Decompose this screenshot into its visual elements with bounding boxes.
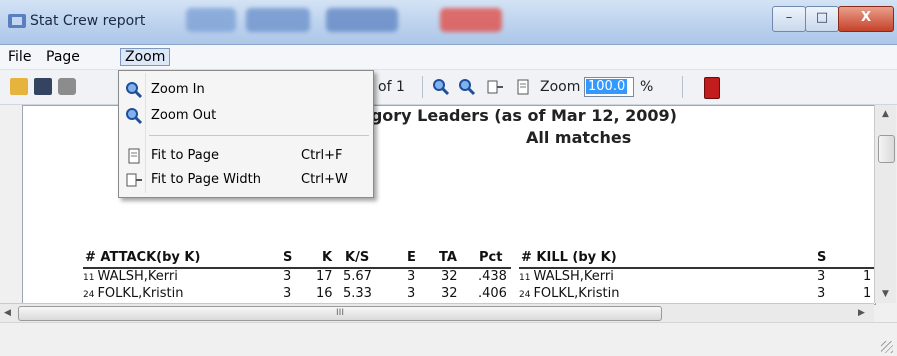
stat-cell: 17	[316, 269, 333, 284]
stat-cell: 32	[441, 286, 458, 301]
player-name: WALSH,Kerri	[97, 269, 178, 284]
percent-sign: %	[640, 79, 654, 95]
close-button[interactable]: X	[838, 6, 894, 32]
exit-icon[interactable]	[704, 77, 720, 99]
table-row: 24 FOLKL,Kristin	[83, 286, 184, 301]
stat-cell: .438	[478, 269, 507, 284]
menu-item-label: Fit to Page Width	[151, 172, 261, 187]
window-title: Stat Crew report	[30, 13, 146, 29]
scroll-left-icon[interactable]: ◀	[4, 304, 11, 322]
status-bar	[0, 322, 897, 356]
zoom-in-icon[interactable]	[432, 78, 450, 96]
zoom-out-icon[interactable]	[458, 78, 476, 96]
zoom-in-icon	[125, 81, 143, 99]
jersey-number: 11	[83, 273, 95, 283]
menu-item-label: Fit to Page	[151, 148, 220, 163]
horizontal-scrollbar[interactable]: ◀ III ▶	[0, 303, 874, 322]
scroll-down-icon[interactable]: ▼	[875, 285, 896, 303]
page-count: of 1	[378, 79, 405, 95]
stat-cell: 32	[441, 269, 458, 284]
taskbar-blur	[440, 8, 502, 32]
stat-cell: 3	[283, 286, 292, 301]
taskbar-blur	[186, 8, 236, 32]
toolbar-separator	[422, 76, 423, 98]
stat-cell: 3	[407, 269, 416, 284]
stat-cell: .406	[478, 286, 507, 301]
title-bar[interactable]: Stat Crew report – □ X	[0, 0, 897, 45]
fit-page-width-icon[interactable]	[486, 78, 504, 96]
resize-grip-icon[interactable]	[881, 341, 893, 353]
attack-header-s: S	[283, 250, 293, 265]
attack-header-k: K	[322, 250, 333, 265]
menu-page[interactable]: Page	[42, 48, 84, 66]
stat-cell: 1	[863, 269, 872, 284]
menu-item-fit-to-page[interactable]: Fit to Page Ctrl+F	[119, 145, 373, 167]
jersey-number: 24	[519, 290, 531, 300]
taskbar-blur	[326, 8, 398, 32]
print-icon[interactable]	[58, 78, 76, 95]
attack-header-pct: Pct	[479, 250, 503, 265]
menu-item-fit-to-page-width[interactable]: Fit to Page Width Ctrl+W	[119, 169, 373, 191]
menu-item-shortcut: Ctrl+W	[301, 172, 348, 187]
stat-cell: 1	[863, 286, 872, 301]
scroll-up-icon[interactable]: ▲	[875, 105, 896, 123]
menu-item-zoom-out[interactable]: Zoom Out	[119, 105, 373, 127]
vertical-scroll-thumb[interactable]	[878, 135, 895, 163]
table-row: 11 WALSH,Kerri	[519, 269, 614, 284]
attack-header-ta: TA	[439, 250, 457, 265]
menu-item-label: Zoom In	[151, 82, 205, 97]
attack-header-e: E	[407, 250, 416, 265]
minimize-button[interactable]: –	[772, 6, 806, 32]
jersey-number: 24	[83, 290, 95, 300]
player-name: FOLKL,Kristin	[533, 286, 620, 301]
jersey-number: 11	[519, 273, 531, 283]
attack-header-ks: K/S	[345, 250, 370, 265]
stat-cell: 3	[817, 269, 826, 284]
menu-file[interactable]: File	[4, 48, 35, 66]
stat-cell: 3	[407, 286, 416, 301]
taskbar-blur	[246, 8, 310, 32]
fit-page-icon	[125, 147, 143, 165]
menu-item-label: Zoom Out	[151, 108, 217, 123]
menu-item-zoom-in[interactable]: Zoom In	[119, 79, 373, 101]
menu-zoom[interactable]: Zoom	[120, 48, 171, 66]
menu-separator	[149, 135, 369, 136]
scroll-right-icon[interactable]: ▶	[858, 304, 865, 322]
zoom-label: Zoom	[540, 79, 581, 95]
zoom-value[interactable]: 100.0	[586, 79, 628, 94]
player-name: WALSH,Kerri	[533, 269, 614, 284]
fit-page-width-icon	[125, 171, 143, 189]
horizontal-scroll-thumb[interactable]: III	[18, 306, 662, 321]
open-folder-icon[interactable]	[10, 78, 28, 95]
zoom-out-icon	[125, 107, 143, 125]
report-subtitle: All matches	[526, 128, 632, 147]
stat-cell: 16	[316, 286, 333, 301]
attack-header-name: # ATTACK(by K)	[85, 250, 201, 265]
table-row: 11 WALSH,Kerri	[83, 269, 178, 284]
save-icon[interactable]	[34, 78, 52, 95]
toolbar-separator	[682, 76, 683, 98]
vertical-scrollbar[interactable]: ▲ ▼	[874, 105, 896, 303]
menu-item-shortcut: Ctrl+F	[301, 148, 343, 163]
maximize-button[interactable]: □	[805, 6, 839, 32]
app-icon	[8, 14, 26, 28]
stat-cell: 3	[283, 269, 292, 284]
kill-header-name: # KILL (by K)	[521, 250, 617, 265]
stat-cell: 3	[817, 286, 826, 301]
stat-cell: 5.67	[343, 269, 372, 284]
player-name: FOLKL,Kristin	[97, 286, 184, 301]
fit-page-icon[interactable]	[514, 78, 532, 96]
menu-bar: File Page Zoom	[0, 45, 897, 70]
zoom-dropdown-menu: Zoom In Zoom Out Fit to Page Ctrl+F Fit …	[118, 70, 374, 198]
stat-cell: 5.33	[343, 286, 372, 301]
table-row: 24 FOLKL,Kristin	[519, 286, 620, 301]
report-window: Stat Crew report – □ X File Page Zoom of…	[0, 0, 897, 356]
kill-header-s: S	[817, 250, 827, 265]
